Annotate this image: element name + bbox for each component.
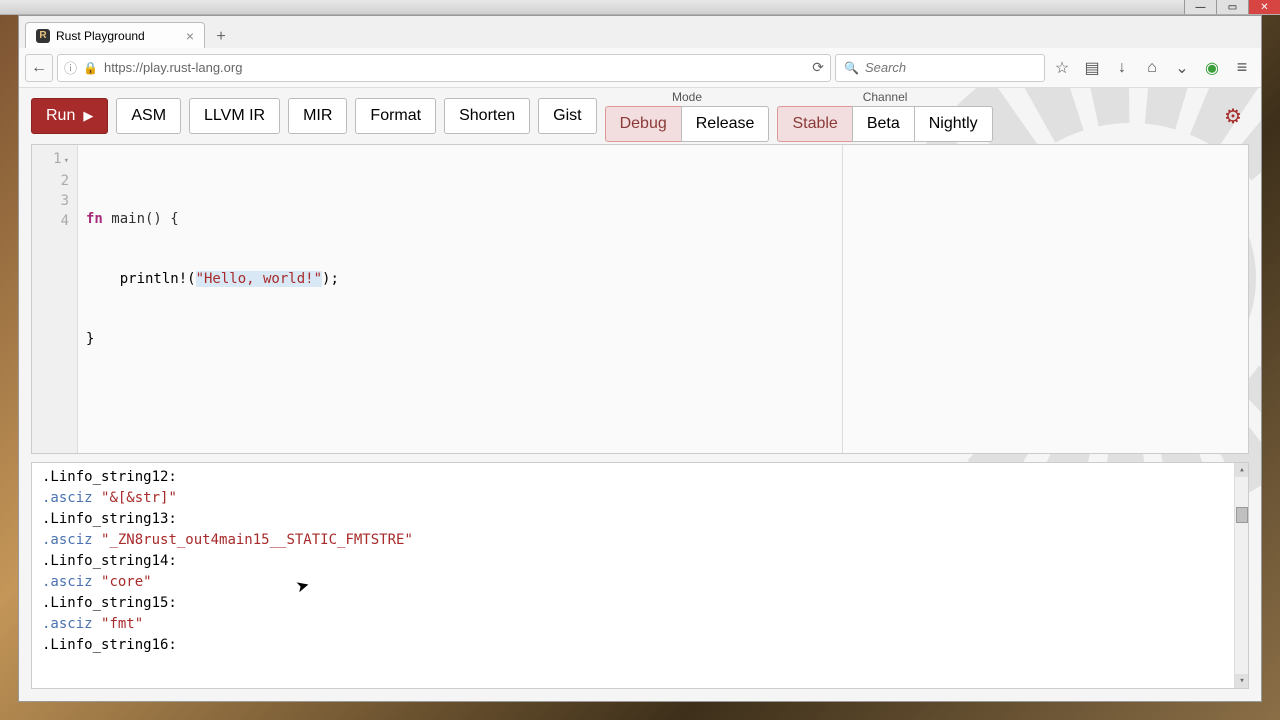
tab-close-icon[interactable]: × [186, 28, 194, 44]
asm-button[interactable]: ASM [116, 98, 181, 134]
line-gutter: 1▾ 2 3 4 [32, 145, 78, 453]
mode-release-button[interactable]: Release [681, 106, 770, 142]
search-input[interactable] [865, 60, 1043, 75]
mir-button[interactable]: MIR [288, 98, 347, 134]
channel-group: Channel Stable Beta Nightly [777, 90, 992, 142]
navigation-bar: ← ⓘ 🔒 https://play.rust-lang.org ⟳ 🔍 ☆ ▤… [19, 48, 1261, 88]
new-tab-button[interactable]: + [209, 26, 233, 48]
output-line: .Linfo_string16: [42, 635, 1238, 656]
settings-gear-icon[interactable]: ⚙ [1217, 100, 1249, 132]
window-titlebar: — ▭ ✕ [0, 0, 1280, 15]
minimize-button[interactable]: — [1184, 0, 1216, 14]
scroll-down-icon[interactable]: ▾ [1235, 674, 1249, 688]
maximize-button[interactable]: ▭ [1216, 0, 1248, 14]
addon-icon[interactable]: ◉ [1199, 55, 1225, 81]
mode-label: Mode [672, 90, 702, 104]
play-icon: ▶ [83, 108, 93, 124]
lock-icon: 🔒 [83, 61, 98, 75]
home-icon[interactable]: ⌂ [1139, 55, 1165, 81]
site-info-icon[interactable]: ⓘ [64, 58, 77, 77]
code-editor[interactable]: 1▾ 2 3 4 fn main() { println!("Hello, wo… [31, 144, 1249, 454]
line-number: 2 [36, 171, 69, 191]
back-button[interactable]: ← [25, 54, 53, 82]
bookmark-star-icon[interactable]: ☆ [1049, 55, 1075, 81]
gist-button[interactable]: Gist [538, 98, 596, 134]
reload-icon[interactable]: ⟳ [812, 59, 824, 76]
line-number: 3 [36, 191, 69, 211]
output-line: .asciz "_ZN8rust_out4main15__STATIC_FMTS… [42, 530, 1238, 551]
code-text-area[interactable]: fn main() { println!("Hello, world!"); } [78, 145, 1248, 453]
output-line: .Linfo_string14: [42, 551, 1238, 572]
url-bar[interactable]: ⓘ 🔒 https://play.rust-lang.org ⟳ [57, 54, 831, 82]
url-text: https://play.rust-lang.org [104, 60, 243, 75]
hamburger-menu-icon[interactable]: ≡ [1229, 55, 1255, 81]
run-label: Run [46, 107, 75, 125]
channel-beta-button[interactable]: Beta [852, 106, 915, 142]
line-number: 4 [36, 211, 69, 231]
tab-strip: R Rust Playground × + [19, 16, 1261, 48]
fold-icon[interactable]: ▾ [64, 156, 69, 166]
channel-nightly-button[interactable]: Nightly [914, 106, 993, 142]
output-line: .asciz "fmt" [42, 614, 1238, 635]
tab-title: Rust Playground [56, 29, 145, 43]
mode-debug-button[interactable]: Debug [605, 106, 682, 142]
playground-toolbar: Run ▶ ASM LLVM IR MIR Format Shorten Gis… [19, 88, 1261, 144]
scroll-up-icon[interactable]: ▴ [1235, 463, 1249, 477]
search-icon: 🔍 [844, 61, 859, 75]
format-button[interactable]: Format [355, 98, 436, 134]
line-number: 1▾ [36, 149, 69, 171]
window-close-button[interactable]: ✕ [1248, 0, 1280, 14]
mode-group: Mode Debug Release [605, 90, 770, 142]
output-panel[interactable]: .Linfo_string12: .asciz "&[&str]" .Linfo… [31, 462, 1249, 689]
channel-stable-button[interactable]: Stable [777, 106, 852, 142]
output-line: .asciz "core" [42, 572, 1238, 593]
browser-tab[interactable]: R Rust Playground × [25, 22, 205, 48]
page-content: Run ▶ ASM LLVM IR MIR Format Shorten Gis… [19, 88, 1261, 701]
output-line: .asciz "&[&str]" [42, 488, 1238, 509]
library-icon[interactable]: ▤ [1079, 55, 1105, 81]
browser-window: R Rust Playground × + ← ⓘ 🔒 https://play… [18, 15, 1262, 702]
output-scrollbar[interactable]: ▴ ▾ [1234, 463, 1248, 688]
channel-label: Channel [863, 90, 908, 104]
output-line: .Linfo_string12: [42, 467, 1238, 488]
downloads-icon[interactable]: ↓ [1109, 55, 1135, 81]
rust-favicon: R [36, 29, 50, 43]
shorten-button[interactable]: Shorten [444, 98, 530, 134]
output-line: .Linfo_string13: [42, 509, 1238, 530]
run-button[interactable]: Run ▶ [31, 98, 108, 134]
llvm-ir-button[interactable]: LLVM IR [189, 98, 280, 134]
output-line: .Linfo_string15: [42, 593, 1238, 614]
browser-search-bar[interactable]: 🔍 [835, 54, 1045, 82]
editor-ruler [842, 145, 843, 453]
scroll-thumb[interactable] [1236, 507, 1248, 523]
pocket-icon[interactable]: ⌄ [1169, 55, 1195, 81]
